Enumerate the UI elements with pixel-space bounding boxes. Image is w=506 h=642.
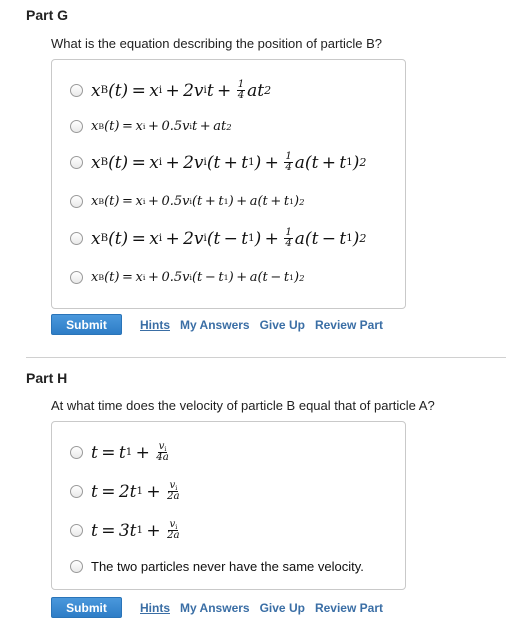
part-g-option-5[interactable]: x B (t) = xi + 2v i (t − t 1) + 1 4 a(t − t 1) 2 (70, 227, 367, 250)
part-g-option-3[interactable]: x B (t) = xi + 2v i (t + t 1) + 1 4 a(t + t 1) 2 (70, 151, 367, 174)
part-h-question: At what time does the velocity of partic… (51, 398, 435, 413)
part-g-choices: x B (t) = xi + 2v i t + 1 4 at 2 x B (t) = xi + 0… (51, 59, 406, 309)
part-g-option-2[interactable]: x B (t) = xi + 0.5v i t + at 2 (70, 119, 232, 134)
part-h-title: Part H (26, 370, 68, 386)
equation: x B (t) = xi + 2v i t + 1 4 at 2 (91, 79, 272, 102)
equation: x B (t) = xi + 0.5v i t + at 2 (91, 119, 232, 134)
equation: t = 2t 1 + vi 2a (91, 480, 180, 503)
section-divider (26, 357, 506, 358)
part-g-question: What is the equation describing the posi… (51, 36, 382, 51)
radio-button[interactable] (70, 195, 83, 208)
part-h-option-2[interactable]: t = 2t 1 + vi 2a (70, 480, 183, 503)
equation: t = t1 + vi 4a (91, 441, 169, 464)
part-h-choices: t = t1 + vi 4a t = 2t 1 + vi 2a t = 3t 1 + v… (51, 421, 406, 590)
review-part-link[interactable]: Review Part (315, 601, 383, 615)
radio-button[interactable] (70, 271, 83, 284)
option-label: The two particles never have the same ve… (91, 559, 364, 574)
radio-button[interactable] (70, 446, 83, 460)
radio-button[interactable] (70, 120, 83, 133)
part-h-option-3[interactable]: t = 3t 1 + vi 2a (70, 519, 183, 542)
radio-button[interactable] (70, 84, 83, 98)
part-h-option-4[interactable]: The two particles never have the same ve… (70, 559, 364, 574)
equation: t = 3t 1 + vi 2a (91, 519, 180, 542)
submit-button[interactable]: Submit (51, 597, 122, 618)
part-g-title: Part G (26, 7, 69, 23)
hints-link[interactable]: Hints (140, 601, 170, 615)
part-g-option-6[interactable]: x B (t) = xi + 0.5v i (t − t 1) + a(t − t 1) 2 (70, 270, 305, 285)
part-h-option-1[interactable]: t = t1 + vi 4a (70, 441, 172, 464)
equation: x B (t) = xi + 0.5v i (t − t 1) + a(t − t 1) 2 (91, 270, 305, 285)
part-g-option-4[interactable]: x B (t) = xi + 0.5v i (t + t 1) + a(t + t 1) 2 (70, 194, 305, 209)
radio-button[interactable] (70, 156, 83, 170)
equation: x B (t) = xi + 2v i (t + t 1) + 1 4 a(t + t 1) 2 (91, 151, 367, 174)
submit-button[interactable]: Submit (51, 314, 122, 335)
part-h-actions: Submit Hints My Answers Give Up Review P… (51, 597, 383, 618)
equation: x B (t) = xi + 0.5v i (t + t 1) + a(t + t 1) 2 (91, 194, 305, 209)
radio-button[interactable] (70, 560, 83, 573)
give-up-link[interactable]: Give Up (260, 601, 305, 615)
part-g-actions: Submit Hints My Answers Give Up Review P… (51, 314, 383, 335)
radio-button[interactable] (70, 524, 83, 538)
give-up-link[interactable]: Give Up (260, 318, 305, 332)
hints-link[interactable]: Hints (140, 318, 170, 332)
radio-button[interactable] (70, 485, 83, 499)
my-answers-link[interactable]: My Answers (180, 601, 250, 615)
equation: x B (t) = xi + 2v i (t − t 1) + 1 4 a(t − t 1) 2 (91, 227, 367, 250)
radio-button[interactable] (70, 232, 83, 246)
part-g-option-1[interactable]: x B (t) = xi + 2v i t + 1 4 at 2 (70, 79, 272, 102)
my-answers-link[interactable]: My Answers (180, 318, 250, 332)
review-part-link[interactable]: Review Part (315, 318, 383, 332)
